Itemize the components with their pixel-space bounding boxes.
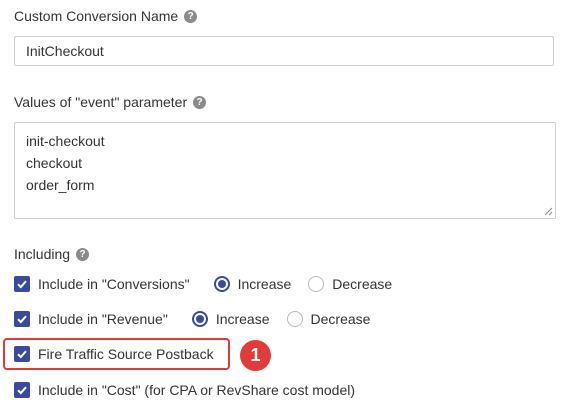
checkbox-checked-icon <box>17 386 27 395</box>
event-value-line: init-checkout <box>26 133 105 149</box>
step-badge: 1 <box>240 340 271 371</box>
fire-postback-label[interactable]: Fire Traffic Source Postback <box>38 346 214 362</box>
conversions-decrease-radio[interactable] <box>308 276 325 292</box>
include-revenue-label[interactable]: Include in "Revenue" <box>38 311 168 327</box>
radio-selected-icon <box>217 280 226 288</box>
conversions-increase-label[interactable]: Increase <box>238 276 292 292</box>
revenue-increase-radio[interactable] <box>191 311 208 327</box>
fire-postback-row: Fire Traffic Source Postback <box>14 346 214 362</box>
include-conversions-checkbox[interactable] <box>14 276 30 292</box>
conversions-decrease-label[interactable]: Decrease <box>332 276 392 292</box>
radio-selected-icon <box>195 315 204 323</box>
include-cost-checkbox[interactable] <box>14 382 30 398</box>
checkbox-checked-icon <box>17 350 27 359</box>
include-conversions-row: Include in "Conversions" Increase Decrea… <box>14 276 392 292</box>
conversions-increase-radio[interactable] <box>213 276 230 292</box>
include-revenue-checkbox[interactable] <box>14 311 30 327</box>
event-values-label: Values of "event" parameter ? <box>14 94 207 110</box>
checkbox-checked-icon <box>17 315 27 324</box>
including-label-text: Including <box>14 246 71 262</box>
revenue-decrease-label[interactable]: Decrease <box>311 311 371 327</box>
revenue-decrease-radio[interactable] <box>286 311 303 327</box>
custom-conversion-name-label: Custom Conversion Name ? <box>14 8 198 24</box>
event-values-textarea[interactable]: init-checkout checkout order_form <box>14 122 556 219</box>
revenue-increase-label[interactable]: Increase <box>216 311 270 327</box>
custom-conversion-name-label-text: Custom Conversion Name <box>14 8 179 24</box>
include-conversions-label[interactable]: Include in "Conversions" <box>38 276 190 292</box>
custom-conversion-name-value: InitCheckout <box>26 43 104 59</box>
help-icon[interactable]: ? <box>193 95 207 109</box>
help-icon[interactable]: ? <box>76 247 90 261</box>
event-values-label-text: Values of "event" parameter <box>14 94 188 110</box>
checkbox-checked-icon <box>17 280 27 289</box>
including-label: Including ? <box>14 246 90 262</box>
help-icon[interactable]: ? <box>184 9 198 23</box>
event-value-line: order_form <box>26 177 95 193</box>
fire-postback-checkbox[interactable] <box>14 346 30 362</box>
include-revenue-row: Include in "Revenue" Increase Decrease <box>14 311 370 327</box>
resize-handle-icon[interactable] <box>543 206 553 216</box>
include-cost-label[interactable]: Include in "Cost" (for CPA or RevShare c… <box>38 382 355 398</box>
event-value-line: checkout <box>26 155 83 171</box>
custom-conversion-name-input[interactable]: InitCheckout <box>14 36 554 66</box>
include-cost-row: Include in "Cost" (for CPA or RevShare c… <box>14 382 355 398</box>
